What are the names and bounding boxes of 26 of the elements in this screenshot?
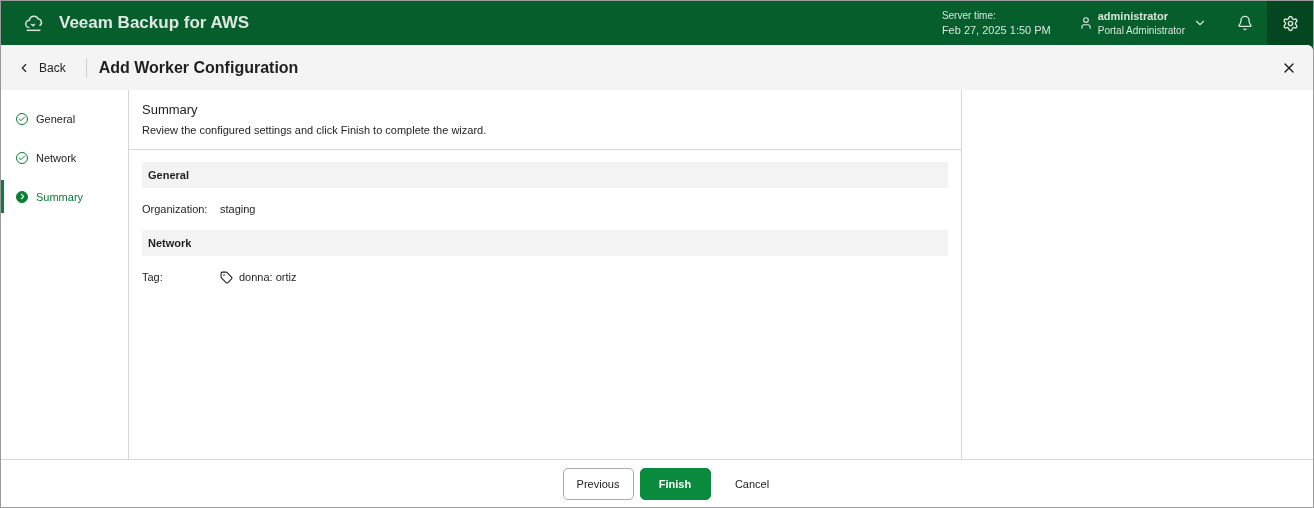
settings-icon[interactable] <box>1281 14 1299 32</box>
cloud-logo-icon <box>23 12 45 34</box>
cancel-button[interactable]: Cancel <box>716 467 788 500</box>
field-label: Tag: <box>142 271 164 283</box>
field-value: staging <box>220 203 256 215</box>
section-header: General <box>142 162 948 188</box>
server-time: Feb 27, 2025 1:50 PM <box>941 24 1051 36</box>
finish-button[interactable]: Finish <box>639 467 711 500</box>
server-time-label: Server time: <box>941 10 997 21</box>
wizard-step[interactable]: Summary <box>1 180 128 213</box>
page-title: Summary <box>142 102 199 117</box>
previous-button[interactable]: Previous <box>562 467 634 500</box>
tag-icon <box>220 270 233 284</box>
wizard-step[interactable]: Network <box>1 141 128 174</box>
page-description: Review the configured settings and click Finish to complete the wizard. <box>142 124 488 136</box>
notifications-icon[interactable] <box>1237 15 1253 31</box>
field-value: donna: ortiz <box>239 271 297 283</box>
user-role: Portal Administrator <box>1097 25 1185 36</box>
wizard-step[interactable]: General <box>1 102 128 135</box>
section-header: Network <box>142 230 948 256</box>
field-label: Organization: <box>142 203 209 215</box>
user-icon <box>1078 16 1093 30</box>
app-title: Veeam Backup for AWS <box>59 13 250 33</box>
back-button[interactable]: Back <box>17 60 66 75</box>
user-name[interactable]: administrator <box>1097 10 1185 22</box>
wizard-title: Add Worker Configuration <box>98 58 299 77</box>
